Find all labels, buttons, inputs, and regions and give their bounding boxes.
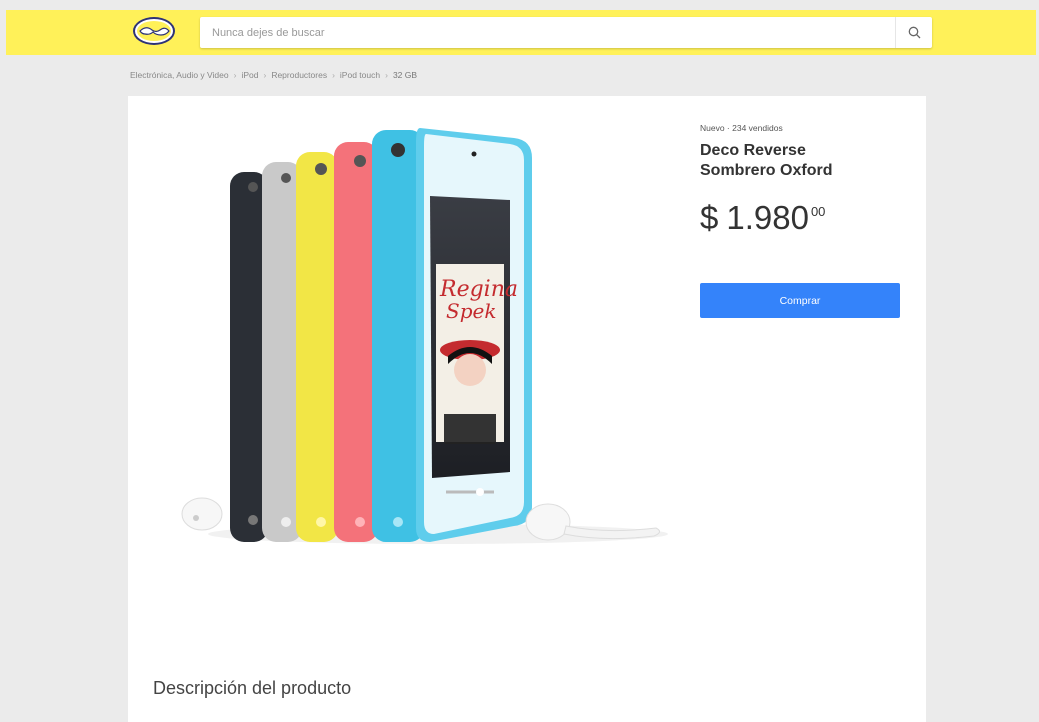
svg-text:Spek: Spek xyxy=(446,299,496,323)
price-cents: 00 xyxy=(810,204,826,219)
breadcrumb-separator: › xyxy=(263,70,267,80)
handshake-logo-icon[interactable] xyxy=(132,16,176,46)
breadcrumb-separator: › xyxy=(233,70,237,80)
page: Electrónica, Audio y Video › iPod › Reproduc… xyxy=(0,0,1039,722)
search-input[interactable] xyxy=(200,17,902,48)
product-image[interactable]: Regina Spek xyxy=(158,114,698,554)
product-price: $ 1.980 00 xyxy=(700,199,910,237)
product-info: Nuevo · 234 vendidos Deco Reverse Sombre… xyxy=(700,116,910,237)
breadcrumb-item-ipod-touch[interactable]: iPod touch xyxy=(340,70,380,80)
search-bar xyxy=(200,17,932,48)
breadcrumb-separator: › xyxy=(385,70,388,80)
search-button[interactable] xyxy=(895,17,932,48)
product-card: Regina Spek Nuevo · 234 vendidos Deco Re… xyxy=(128,96,926,722)
top-header-bar xyxy=(6,10,1036,55)
breadcrumb-item-32gb: 32 GB xyxy=(392,70,418,80)
price-currency: $ xyxy=(700,199,719,236)
search-icon xyxy=(908,26,920,39)
price-amount: 1.980 xyxy=(726,199,809,236)
breadcrumb-item-reproductores[interactable]: Reproductores xyxy=(271,70,327,80)
breadcrumb-item-electronica[interactable]: Electrónica, Audio y Video xyxy=(130,70,229,80)
description-heading: Descripción del producto xyxy=(153,678,352,698)
breadcrumb-separator: › xyxy=(332,70,335,80)
breadcrumb: Electrónica, Audio y Video › iPod › Reproduc… xyxy=(130,70,417,80)
product-title: Deco Reverse Sombrero Oxford xyxy=(700,142,833,179)
buy-button[interactable]: Comprar xyxy=(700,283,900,318)
breadcrumb-item-ipod[interactable]: iPod xyxy=(241,70,258,80)
sales-status: Nuevo · 234 vendidos xyxy=(700,123,783,133)
